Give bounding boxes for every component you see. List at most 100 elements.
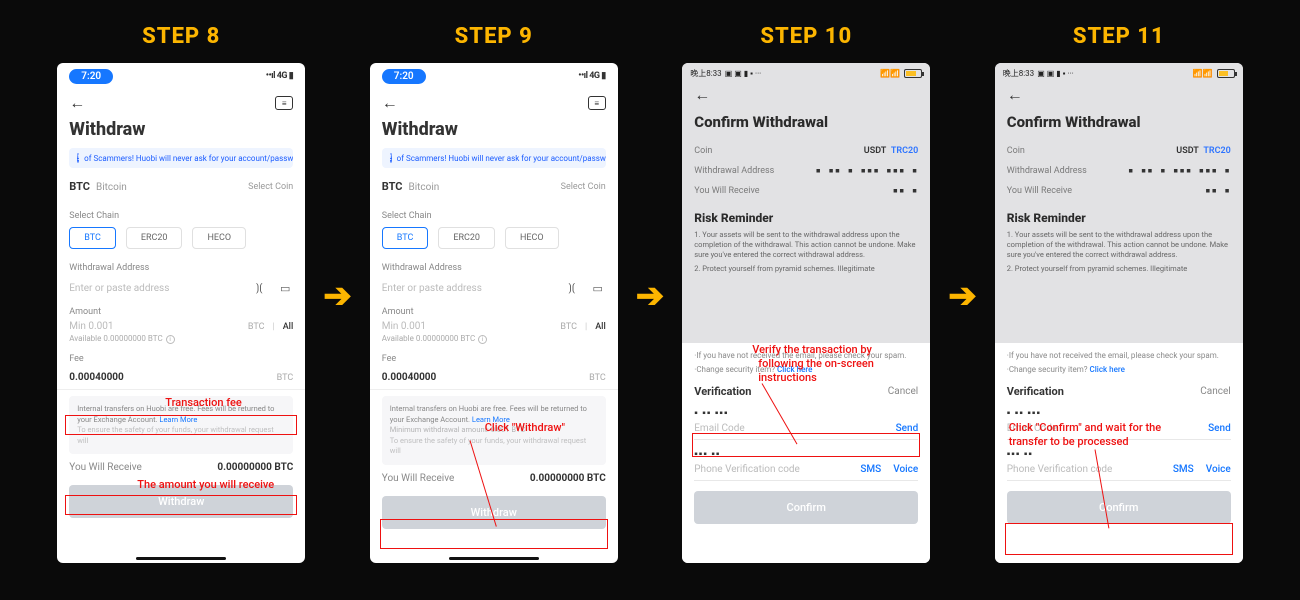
address-input[interactable]: Enter or paste address bbox=[382, 283, 482, 294]
amount-input[interactable]: Min 0.001 bbox=[69, 321, 113, 332]
confirm-coin-row: CoinUSDT TRC20 bbox=[682, 141, 930, 161]
scan-icon[interactable]: ⟯⟮ bbox=[564, 281, 580, 295]
history-icon[interactable]: ≡ bbox=[275, 96, 293, 110]
step-8-col: STEP 8 7:20 ••ıl 4G ▮ ← ≡ Withdraw ! of … bbox=[57, 24, 305, 563]
history-icon[interactable]: ≡ bbox=[588, 96, 606, 110]
risk-text-2: 2. Protect yourself from pyramid schemes… bbox=[682, 263, 930, 277]
learn-more-link[interactable]: Learn More bbox=[159, 415, 197, 424]
coin-name: Bitcoin bbox=[96, 182, 127, 193]
change-security-link[interactable]: Click here bbox=[1090, 365, 1125, 374]
amount-all-button[interactable]: All bbox=[595, 322, 606, 332]
info-block: Internal transfers on Huobi are free. Fe… bbox=[69, 396, 293, 454]
send-sms-button[interactable]: SMS bbox=[860, 464, 881, 475]
phone-code-input[interactable]: Phone Verification code bbox=[1007, 464, 1113, 475]
send-email-button[interactable]: Send bbox=[896, 423, 919, 434]
arrow-icon: ➔ bbox=[636, 276, 665, 316]
back-icon[interactable]: ← bbox=[382, 93, 398, 113]
addressbook-icon[interactable]: ▭ bbox=[590, 281, 606, 295]
nav-row: ← ≡ bbox=[57, 89, 305, 117]
step-label: STEP 11 bbox=[1073, 24, 1165, 49]
select-coin-link[interactable]: Select Coin bbox=[561, 182, 606, 192]
home-indicator bbox=[136, 557, 226, 560]
status-signal: ••ıl 4G ▮ bbox=[266, 71, 294, 81]
withdraw-button[interactable]: Withdraw bbox=[382, 496, 606, 529]
select-chain-label: Select Chain bbox=[57, 203, 305, 225]
status-bar: 晚上8:33 ▣ ▣ ▮ ▪ ··· 📶📶 bbox=[682, 63, 930, 83]
nav-row: ← ≡ bbox=[370, 89, 618, 117]
confirm-receive-row: You Will Receive▪︎▪︎ ▪︎ bbox=[682, 181, 930, 201]
risk-title: Risk Reminder bbox=[682, 201, 930, 229]
verification-sheet: ·If you have not received the email, ple… bbox=[682, 343, 930, 563]
scam-text: of Scammers! Huobi will never ask for yo… bbox=[397, 154, 606, 163]
back-icon: ← bbox=[694, 85, 710, 105]
risk-text-1: 1. Your assets will be sent to the withd… bbox=[682, 229, 930, 263]
phone-step-11: 晚上8:33 ▣ ▣ ▮ ▪ ··· 📶📶 ← Confirm Withdraw… bbox=[995, 63, 1243, 563]
address-label: Withdrawal Address bbox=[57, 255, 305, 277]
send-sms-button[interactable]: SMS bbox=[1173, 464, 1194, 475]
fee-value: 0.00040000 bbox=[69, 372, 124, 383]
steps-container: STEP 8 7:20 ••ıl 4G ▮ ← ≡ Withdraw ! of … bbox=[0, 0, 1300, 584]
fee-label: Fee bbox=[57, 346, 305, 368]
phone-step-9: 7:20 ••ıl 4G ▮ ← ≡ Withdraw ! of Scammer… bbox=[370, 63, 618, 563]
step-label: STEP 9 bbox=[455, 24, 533, 49]
chain-btc[interactable]: BTC bbox=[69, 227, 116, 249]
phone-code-row: Phone Verification code SMS Voice bbox=[682, 460, 930, 477]
available-text: Available 0.00000000 BTCi bbox=[57, 332, 305, 346]
step-label: STEP 10 bbox=[760, 24, 852, 49]
phone-step-10: 晚上8:33 ▣ ▣ ▮ ▪ ··· 📶📶 ← Confirm Withdraw… bbox=[682, 63, 930, 563]
phone-step-8: 7:20 ••ıl 4G ▮ ← ≡ Withdraw ! of Scammer… bbox=[57, 63, 305, 563]
addressbook-icon[interactable]: ▭ bbox=[277, 281, 293, 295]
status-bar: 7:20 ••ıl 4G ▮ bbox=[57, 63, 305, 89]
send-voice-button[interactable]: Voice bbox=[1206, 464, 1231, 475]
phone-mask: ▪▪▪ ▪▪ bbox=[682, 443, 930, 460]
email-code-input[interactable]: Email Code bbox=[694, 423, 744, 434]
sheet-note-1: ·If you have not received the email, ple… bbox=[682, 347, 930, 361]
confirm-title: Confirm Withdrawal bbox=[995, 107, 1243, 141]
arrow-8-9: ➔ bbox=[323, 24, 352, 584]
change-security-link[interactable]: Click here bbox=[777, 365, 812, 374]
email-code-input[interactable]: Email Code bbox=[1007, 423, 1057, 434]
chain-erc20[interactable]: ERC20 bbox=[438, 227, 495, 249]
phone-code-input[interactable]: Phone Verification code bbox=[694, 464, 800, 475]
amount-input[interactable]: Min 0.001 bbox=[382, 321, 426, 332]
verification-sheet: ·If you have not received the email, ple… bbox=[995, 343, 1243, 563]
back-icon: ← bbox=[1007, 85, 1023, 105]
coin-symbol: BTC bbox=[69, 180, 90, 193]
scam-text: of Scammers! Huobi will never ask for yo… bbox=[84, 154, 293, 163]
info-icon: ! bbox=[390, 153, 392, 163]
address-row: Enter or paste address ⟯⟮ ▭ bbox=[57, 277, 305, 299]
send-voice-button[interactable]: Voice bbox=[893, 464, 918, 475]
info-icon: ! bbox=[77, 153, 79, 163]
email-code-row: Email Code Send bbox=[682, 419, 930, 436]
cancel-button[interactable]: Cancel bbox=[1200, 386, 1230, 397]
receive-value: 0.00000000 BTC bbox=[217, 462, 293, 473]
address-input[interactable]: Enter or paste address bbox=[69, 283, 169, 294]
verification-title: Verification bbox=[694, 385, 751, 398]
withdraw-button[interactable]: Withdraw bbox=[69, 485, 293, 518]
chain-row: BTC ERC20 HECO bbox=[57, 225, 305, 255]
learn-more-link[interactable]: Learn More bbox=[472, 415, 510, 424]
coin-selector[interactable]: BTC Bitcoin Select Coin bbox=[57, 176, 305, 203]
amount-unit: BTC bbox=[248, 322, 265, 332]
status-time: 7:20 bbox=[382, 69, 426, 84]
step-11-col: STEP 11 晚上8:33 ▣ ▣ ▮ ▪ ··· 📶📶 ← Confirm … bbox=[995, 24, 1243, 563]
confirm-button[interactable]: Confirm bbox=[1007, 491, 1231, 524]
receive-row: You Will Receive 0.00000000 BTC bbox=[57, 454, 305, 481]
chain-heco[interactable]: HECO bbox=[505, 227, 559, 249]
chain-erc20[interactable]: ERC20 bbox=[126, 227, 183, 249]
sheet-note-2: ·Change security item? Click here bbox=[682, 361, 930, 375]
chain-heco[interactable]: HECO bbox=[192, 227, 246, 249]
amount-all-button[interactable]: All bbox=[283, 322, 294, 332]
cancel-button[interactable]: Cancel bbox=[888, 386, 918, 397]
select-coin-link[interactable]: Select Coin bbox=[248, 182, 293, 192]
scan-icon[interactable]: ⟯⟮ bbox=[251, 281, 267, 295]
chain-btc[interactable]: BTC bbox=[382, 227, 429, 249]
scam-banner: ! of Scammers! Huobi will never ask for … bbox=[382, 148, 606, 168]
coin-selector[interactable]: BTC Bitcoin Select Coin bbox=[370, 176, 618, 203]
dimmed-background: 晚上8:33 ▣ ▣ ▮ ▪ ··· 📶📶 ← Confirm Withdraw… bbox=[682, 63, 930, 343]
page-title: Withdraw bbox=[370, 117, 618, 148]
confirm-button[interactable]: Confirm bbox=[694, 491, 918, 524]
status-bar: 晚上8:33 ▣ ▣ ▮ ▪ ··· 📶📶 bbox=[995, 63, 1243, 83]
back-icon[interactable]: ← bbox=[69, 93, 85, 113]
send-email-button[interactable]: Send bbox=[1208, 423, 1231, 434]
